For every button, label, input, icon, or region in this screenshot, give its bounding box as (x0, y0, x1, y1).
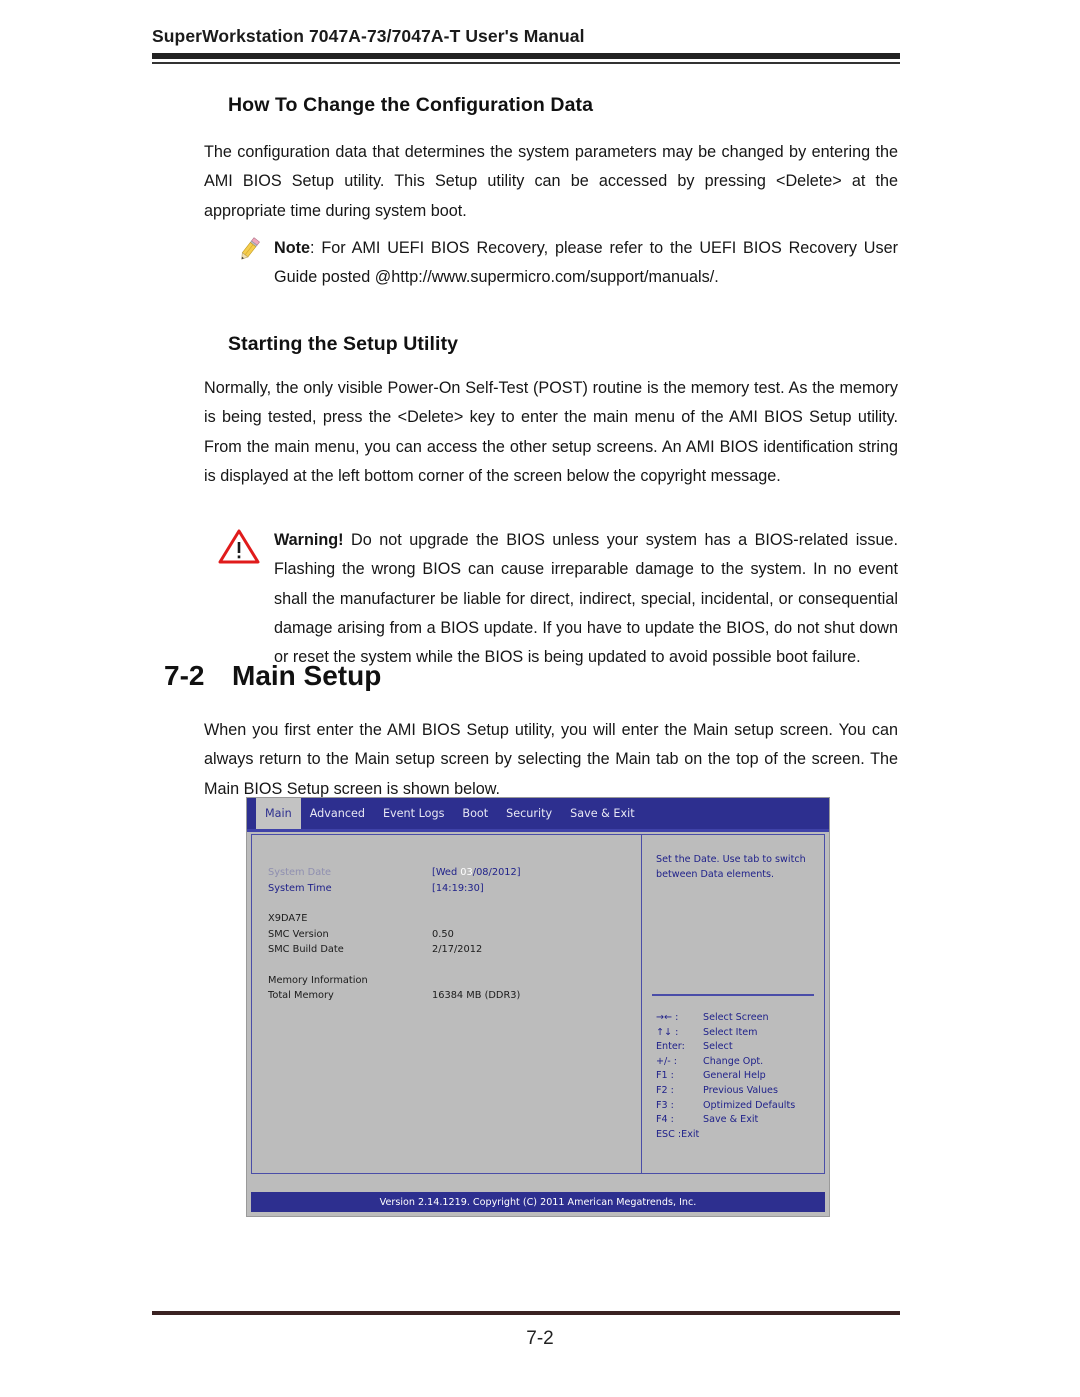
bios-info-smc-build-date-value: 2/17/2012 (432, 944, 483, 955)
note-label: Note (274, 239, 310, 257)
bios-key-select-screen-key: →← : (656, 1012, 679, 1023)
note-callout: Note: For AMI UEFI BIOS Recovery, please… (236, 234, 898, 293)
bios-key-f2-key: F2 : (656, 1084, 674, 1096)
chapter-number: 7-2 (164, 660, 205, 691)
paragraph-main-setup: When you first enter the AMI BIOS Setup … (204, 721, 898, 798)
bios-key-f1-key: F1 : (656, 1070, 674, 1082)
bios-key-f2: F2 : Previous Values (656, 1084, 795, 1099)
page-number: 7-2 (526, 1328, 554, 1349)
bios-info-smc-version-label: SMC Version (268, 928, 329, 940)
header-rule-thick (152, 53, 900, 59)
bios-key-select-item: ↑↓ : Select Item (656, 1026, 795, 1041)
bios-info-total-memory: Total Memory 16384 MB (DDR3) (268, 988, 641, 1004)
bios-field-system-time-value[interactable]: [14:19:30] (432, 881, 484, 897)
footer-rule (152, 1311, 900, 1315)
bios-key-select-screen-desc: Select Screen (703, 1012, 769, 1023)
running-header: SuperWorkstation 7047A-73/7047A-T User's… (152, 26, 900, 64)
bios-info-smc-version: SMC Version 0.50 (268, 927, 641, 943)
manual-page: SuperWorkstation 7047A-73/7047A-T User's… (0, 0, 1080, 1397)
bios-key-enter: Enter: Select (656, 1040, 795, 1055)
system-date-prefix: [Wed (432, 867, 461, 878)
bios-info-board-model-label: X9DA7E (268, 913, 308, 924)
bios-key-f4-desc: Save & Exit (703, 1114, 759, 1126)
heading-how-to-change-configuration-data: How To Change the Configuration Data (228, 94, 594, 116)
bios-info-smc-build-date: SMC Build Date 2/17/2012 (268, 942, 641, 958)
bios-key-f3: F3 : Optimized Defaults (656, 1099, 795, 1114)
bios-key-enter-desc: Select (703, 1041, 733, 1053)
warning-label: Warning! (274, 531, 344, 549)
bios-key-change-opt-key: +/- : (656, 1055, 678, 1067)
bios-tab-bar: Main Advanced Event Logs Boot Security S… (247, 798, 829, 829)
header-rule-thin (152, 62, 900, 64)
bios-key-select-item-desc: Select Item (703, 1026, 758, 1038)
bios-main-pane: System Date [Wed 03/08/2012] System Time… (251, 834, 641, 1174)
warning-triangle-icon (216, 526, 262, 566)
paragraph-starting-the-setup-utility: Normally, the only visible Power-On Self… (204, 379, 898, 485)
bios-tab-advanced[interactable]: Advanced (301, 798, 374, 829)
bios-key-change-opt: +/- : Change Opt. (656, 1055, 795, 1070)
note-body: : For AMI UEFI BIOS Recovery, please ref… (274, 239, 898, 287)
bios-info-total-memory-value: 16384 MB (DDR3) (432, 990, 521, 1001)
paragraph-how-to-change-configuration-data: The configuration data that determines t… (204, 143, 898, 220)
bios-tab-security[interactable]: Security (497, 798, 561, 829)
bios-tab-save-exit[interactable]: Save & Exit (561, 798, 643, 829)
system-date-highlight: 03 (460, 867, 473, 878)
bios-body: System Date [Wed 03/08/2012] System Time… (247, 832, 829, 1174)
bios-key-legend: →← : Select Screen ↑↓ : Select Item Ente… (656, 1011, 795, 1142)
bios-key-change-opt-desc: Change Opt. (703, 1055, 764, 1067)
system-date-suffix: /08/2012] (472, 867, 521, 878)
chapter-heading-main-setup: 7-2 Main Setup (164, 660, 381, 692)
bios-key-f2-desc: Previous Values (703, 1084, 778, 1096)
bios-field-system-date-label: System Date (268, 867, 332, 878)
bios-field-system-date-value[interactable]: [Wed 03/08/2012] (432, 865, 521, 881)
heading-starting-the-setup-utility: Starting the Setup Utility (228, 333, 459, 355)
bios-info-smc-build-date-label: SMC Build Date (268, 944, 344, 955)
bios-info-smc-version-value: 0.50 (432, 928, 454, 940)
bios-help-divider (652, 994, 814, 996)
bios-info-memory-information: Memory Information (268, 973, 641, 989)
bios-tab-event-logs[interactable]: Event Logs (374, 798, 453, 829)
bios-key-f4-key: F4 : (656, 1114, 674, 1126)
bios-field-system-time[interactable]: System Time [14:19:30] (268, 881, 641, 897)
bios-key-f3-desc: Optimized Defaults (703, 1099, 796, 1111)
bios-tab-boot[interactable]: Boot (453, 798, 497, 829)
bios-key-f1: F1 : General Help (656, 1069, 795, 1084)
running-header-title: SuperWorkstation 7047A-73/7047A-T User's… (152, 26, 585, 46)
bios-key-f3-key: F3 : (656, 1099, 674, 1111)
bios-key-esc: ESC :Exit (656, 1128, 795, 1143)
bios-help-text: Set the Date. Use tab to switch between … (656, 854, 806, 880)
bios-spacer-2 (268, 958, 641, 973)
bios-info-total-memory-label: Total Memory (268, 990, 334, 1001)
note-callout-text: Note: For AMI UEFI BIOS Recovery, please… (236, 234, 898, 293)
bios-spacer-1 (268, 896, 641, 911)
bios-setup-screenshot: Main Advanced Event Logs Boot Security S… (246, 797, 830, 1217)
bios-key-esc-key: ESC :Exit (656, 1128, 700, 1140)
bios-field-system-date[interactable]: System Date [Wed 03/08/2012] (268, 865, 641, 881)
bios-info-memory-information-label: Memory Information (268, 974, 368, 986)
bios-key-select-item-key: ↑↓ : (656, 1026, 679, 1038)
bios-info-board-model: X9DA7E (268, 911, 641, 927)
warning-callout: Warning! Do not upgrade the BIOS unless … (216, 526, 898, 672)
bios-tab-main[interactable]: Main (256, 798, 301, 829)
bios-version-footer: Version 2.14.1219. Copyright (C) 2011 Am… (251, 1192, 825, 1212)
bios-key-select-screen: →← : Select Screen (656, 1011, 795, 1026)
bios-field-system-time-label: System Time (268, 882, 332, 894)
pencil-icon (236, 234, 262, 264)
bios-key-f4: F4 : Save & Exit (656, 1113, 795, 1128)
bios-key-enter-key: Enter: (656, 1041, 685, 1053)
chapter-title: Main Setup (232, 660, 382, 691)
bios-help-pane: Set the Date. Use tab to switch between … (641, 834, 825, 1174)
warning-callout-text: Warning! Do not upgrade the BIOS unless … (216, 526, 898, 672)
bios-key-f1-desc: General Help (703, 1070, 766, 1082)
warning-body: Do not upgrade the BIOS unless your syst… (274, 531, 898, 667)
